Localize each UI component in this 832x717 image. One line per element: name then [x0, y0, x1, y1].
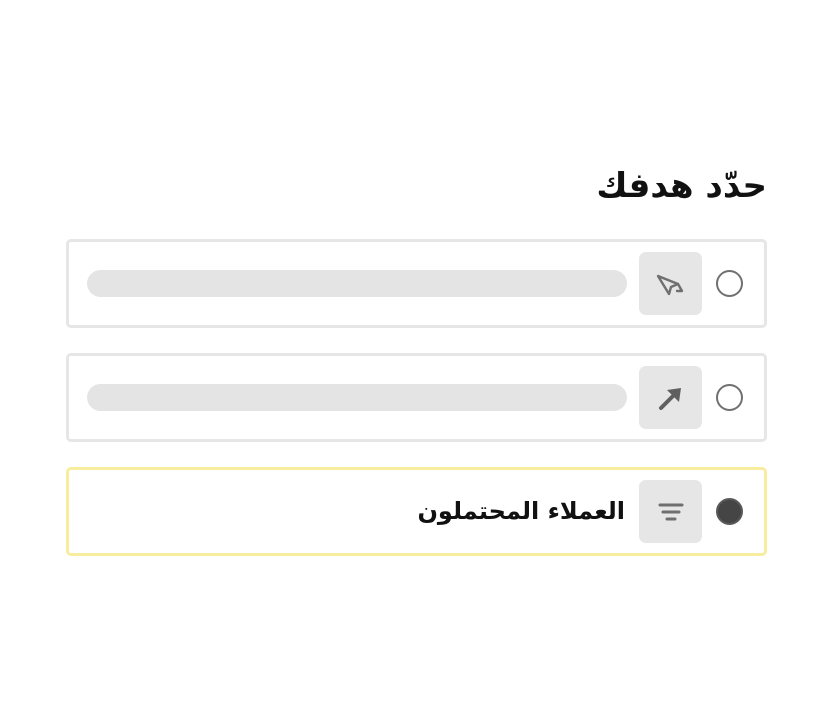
goal-option-2[interactable]: [66, 353, 767, 442]
goal-option-1[interactable]: [66, 239, 767, 328]
goal-picker: حدّد هدفك العملاء المحتملون: [66, 0, 767, 717]
filter-icon: [639, 480, 702, 543]
page-title: حدّد هدفك: [596, 166, 767, 206]
option-label: العملاء المحتملون: [417, 497, 625, 525]
radio-button[interactable]: [716, 270, 743, 297]
option-label-placeholder: [87, 270, 627, 297]
radio-button[interactable]: [716, 384, 743, 411]
radio-button-checked[interactable]: [716, 498, 743, 525]
arrow-cursor-icon: [639, 366, 702, 429]
goal-option-3[interactable]: العملاء المحتملون: [66, 467, 767, 556]
megaphone-icon: [639, 252, 702, 315]
option-label-placeholder: [87, 384, 627, 411]
